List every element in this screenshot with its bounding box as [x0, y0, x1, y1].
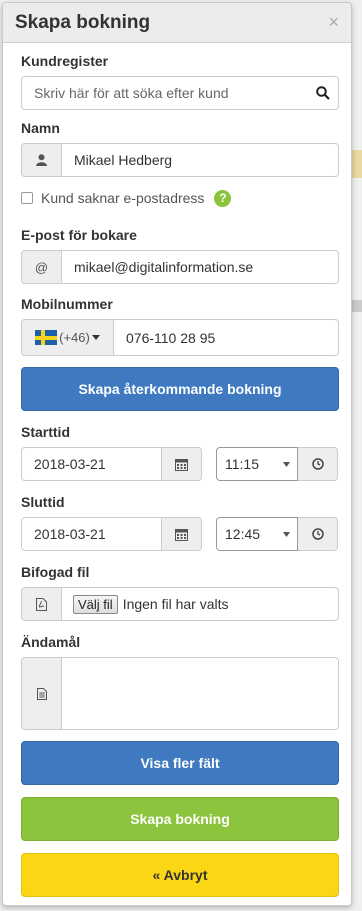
caret-down-icon	[283, 461, 290, 467]
background-strip	[352, 300, 362, 312]
end-time-group: 12:45	[216, 517, 339, 551]
end-time-label: Sluttid	[21, 494, 65, 510]
calendar-icon[interactable]	[161, 518, 201, 550]
help-icon[interactable]: ?	[214, 189, 232, 207]
purpose-textarea[interactable]	[62, 658, 338, 729]
customer-search-input[interactable]: Skriv här för att söka efter kund	[21, 76, 339, 110]
file-input[interactable]: Välj fil Ingen fil har valts	[62, 588, 338, 620]
start-date-value[interactable]: 2018-03-21	[22, 448, 161, 480]
create-recurring-button[interactable]: Skapa återkommande bokning	[21, 367, 339, 411]
start-time-group: 11:15	[216, 447, 339, 481]
modal-title: Skapa bokning	[15, 11, 151, 33]
start-time-value: 11:15	[225, 456, 259, 472]
customer-search-placeholder[interactable]: Skriv här för att söka efter kund	[22, 77, 308, 109]
choose-file-button[interactable]: Välj fil	[73, 594, 118, 614]
modal-body: Kundregister Skriv här för att söka efte…	[3, 53, 351, 897]
country-code-dropdown[interactable]: (+46)	[22, 320, 114, 355]
modal-header: Skapa bokning ×	[3, 3, 351, 43]
show-more-fields-button[interactable]: Visa fler fält	[21, 741, 339, 785]
no-email-label[interactable]: Kund saknar e-postadress	[41, 190, 204, 206]
start-row: 2018-03-21 11:15	[21, 447, 339, 481]
end-date-field[interactable]: 2018-03-21	[21, 517, 202, 551]
cancel-button[interactable]: « Avbryt	[21, 853, 339, 897]
mobile-label: Mobilnummer	[21, 296, 113, 312]
mobile-value[interactable]: 076-110 28 95	[114, 320, 338, 355]
clock-icon[interactable]	[298, 517, 338, 551]
name-label: Namn	[21, 120, 60, 136]
pdf-file-icon	[22, 588, 62, 620]
booking-modal: Skapa bokning × Kundregister Skriv här f…	[2, 2, 352, 906]
close-button[interactable]: ×	[328, 12, 339, 33]
no-email-checkbox[interactable]	[21, 192, 33, 204]
at-icon: @	[22, 251, 62, 283]
purpose-label: Ändamål	[21, 634, 81, 650]
caret-down-icon	[283, 531, 290, 537]
email-value[interactable]: mikael@digitalinformation.se	[62, 251, 338, 283]
background-highlight-strip	[352, 150, 362, 178]
name-field[interactable]: Mikael Hedberg	[21, 143, 339, 177]
caret-down-icon	[91, 335, 100, 340]
end-row: 2018-03-21 12:45	[21, 517, 339, 551]
end-time-value: 12:45	[225, 526, 261, 542]
clock-icon[interactable]	[298, 447, 338, 481]
user-icon	[22, 144, 62, 176]
email-label: E-post för bokare	[21, 227, 137, 243]
name-value[interactable]: Mikael Hedberg	[62, 144, 338, 176]
search-icon[interactable]	[308, 77, 338, 109]
document-icon	[22, 658, 62, 729]
end-time-select[interactable]: 12:45	[216, 517, 298, 551]
customer-register-label: Kundregister	[21, 53, 109, 69]
start-time-select[interactable]: 11:15	[216, 447, 298, 481]
country-code: (+46)	[59, 330, 90, 345]
email-field[interactable]: @ mikael@digitalinformation.se	[21, 250, 339, 284]
purpose-field[interactable]	[21, 657, 339, 730]
calendar-icon[interactable]	[161, 448, 201, 480]
attachment-field: Välj fil Ingen fil har valts	[21, 587, 339, 621]
start-date-field[interactable]: 2018-03-21	[21, 447, 202, 481]
file-status: Ingen fil har valts	[122, 596, 229, 612]
start-time-label: Starttid	[21, 424, 70, 440]
no-email-row: Kund saknar e-postadress ?	[21, 189, 339, 207]
sweden-flag-icon	[35, 330, 58, 345]
attachment-label: Bifogad fil	[21, 564, 90, 580]
create-booking-button[interactable]: Skapa bokning	[21, 797, 339, 841]
mobile-field[interactable]: (+46) 076-110 28 95	[21, 319, 339, 356]
end-date-value[interactable]: 2018-03-21	[22, 518, 161, 550]
